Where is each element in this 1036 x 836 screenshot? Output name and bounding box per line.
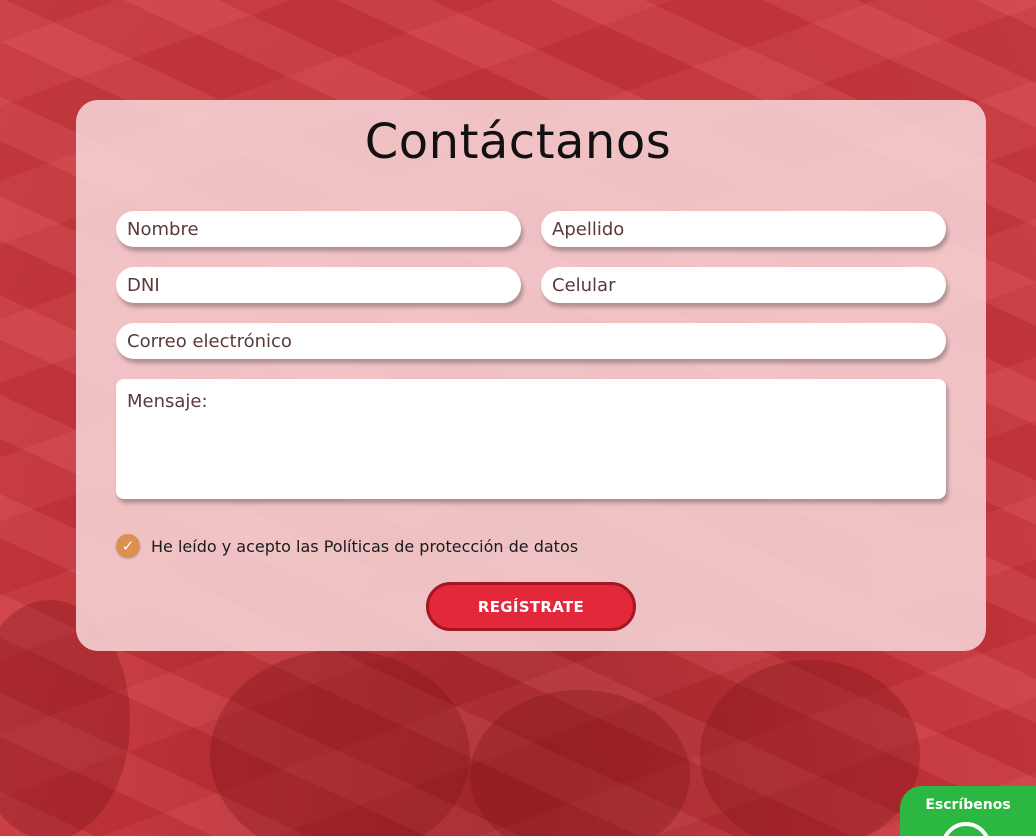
background-tree (700, 660, 920, 836)
email-input[interactable]: Correo electrónico (116, 323, 946, 359)
celular-input[interactable]: Celular (541, 267, 946, 303)
consent-checkbox[interactable]: ✓ (116, 534, 140, 558)
whatsapp-label: Escríbenos (925, 797, 1011, 813)
message-textarea[interactable]: Mensaje: (116, 379, 946, 499)
whatsapp-icon (941, 822, 991, 836)
apellido-input[interactable]: Apellido (541, 211, 946, 247)
register-button[interactable]: REGÍSTRATE (426, 582, 636, 631)
dni-input[interactable]: DNI (116, 267, 521, 303)
contact-form-card (76, 100, 986, 651)
consent-row: ✓ He leído y acepto las Políticas de pro… (116, 534, 578, 558)
checkmark-icon: ✓ (121, 537, 135, 555)
consent-label: He leído y acepto las Políticas de prote… (151, 536, 579, 556)
form-title: Contáctanos (364, 114, 672, 170)
nombre-input[interactable]: Nombre (116, 211, 521, 247)
whatsapp-widget[interactable]: Escríbenos (900, 786, 1036, 836)
